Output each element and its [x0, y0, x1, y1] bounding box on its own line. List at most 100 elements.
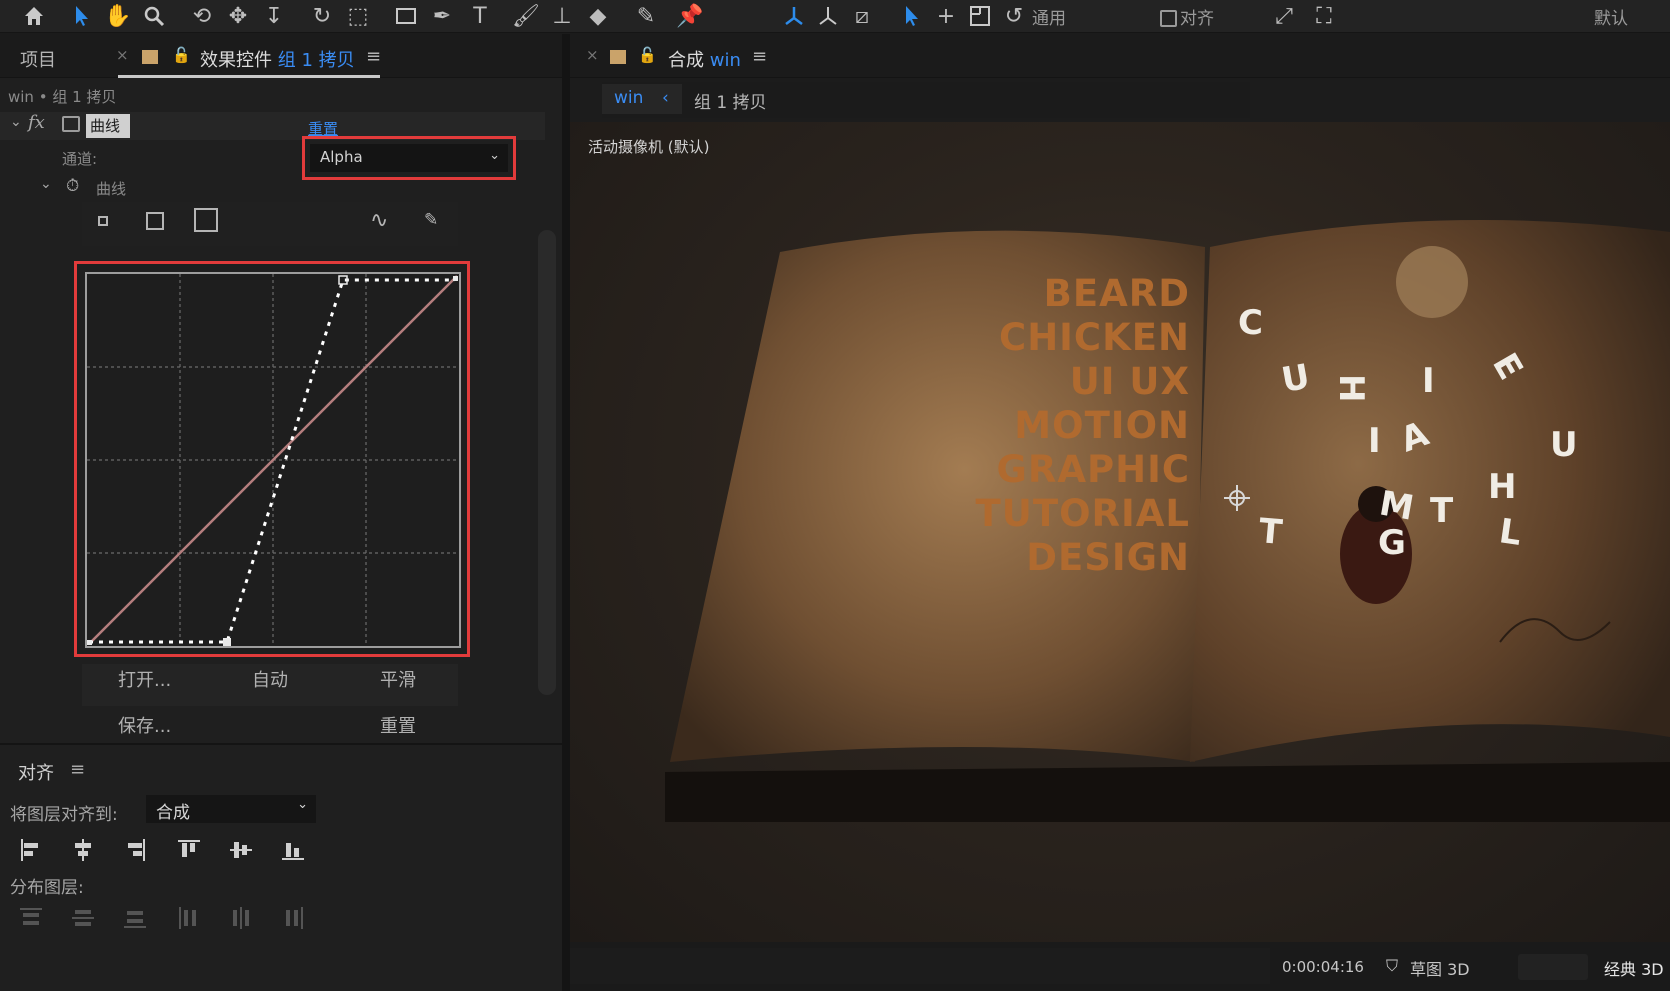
panel-divider[interactable]: [562, 34, 570, 991]
bezier-tool-icon[interactable]: ∿: [370, 208, 388, 233]
align-top-icon[interactable]: [176, 837, 202, 863]
snap-box-icon[interactable]: [964, 2, 996, 30]
align-checkbox-label: 对齐: [1180, 9, 1214, 29]
breadcrumb-layer[interactable]: 组 1 拷贝: [694, 88, 767, 113]
close-tab-icon[interactable]: ×: [116, 46, 129, 64]
pan-behind-icon[interactable]: ⬚: [342, 2, 374, 30]
breadcrumb-chevron-icon: ‹: [662, 88, 669, 108]
collapse-effect-icon[interactable]: ⌄: [10, 114, 22, 130]
smooth-button[interactable]: 平滑: [380, 666, 416, 692]
breadcrumb: win • 组 1 拷贝: [8, 88, 117, 106]
tab-effect-controls[interactable]: 效果控件 组 1 拷贝: [200, 46, 355, 72]
curve-point-low[interactable]: [223, 638, 231, 646]
large-graph-icon[interactable]: [194, 208, 218, 232]
svg-text:I: I: [1422, 361, 1435, 401]
composition-panel: × 🔓 合成 win ≡ win ‹ 组 1 拷贝 活动摄像机 (默认) C U…: [570, 34, 1670, 991]
comp-panel-menu-icon[interactable]: ≡: [752, 46, 767, 67]
align-to-dropdown[interactable]: 合成 ⌄: [146, 795, 316, 823]
orbit-camera-icon[interactable]: ⟲: [186, 2, 218, 30]
open-button[interactable]: 打开...: [118, 666, 171, 692]
align-checkbox-box[interactable]: [1160, 10, 1177, 27]
hand-tool-icon[interactable]: ✋: [102, 2, 134, 30]
draft-3d-icon[interactable]: ⛉: [1386, 956, 1398, 976]
snap-mode-label[interactable]: 通用: [1032, 4, 1066, 29]
panel-menu-icon[interactable]: ≡: [366, 46, 381, 67]
tab-project[interactable]: 项目: [20, 46, 56, 72]
curve-endpoint-black[interactable]: [87, 640, 92, 645]
svg-text:T: T: [1430, 491, 1454, 531]
align-to-value: 合成: [156, 803, 190, 823]
snap-plus-icon[interactable]: +: [930, 2, 962, 30]
pan-camera-icon[interactable]: ✥: [222, 2, 254, 30]
effect-preset-icon[interactable]: [62, 116, 80, 132]
zoom-tool-icon[interactable]: [138, 2, 170, 30]
distribute-left-icon: [176, 905, 202, 931]
effects-tab-prefix: 效果控件: [200, 50, 272, 71]
curve-graph[interactable]: [85, 272, 461, 648]
align-hcenter-icon[interactable]: [70, 837, 96, 863]
tab-composition[interactable]: 合成 win: [668, 46, 741, 72]
save-button[interactable]: 保存...: [118, 712, 171, 738]
align-menu-icon[interactable]: ≡: [70, 759, 85, 780]
auto-button[interactable]: 自动: [252, 666, 288, 692]
brush-tool-icon[interactable]: 🖌: [510, 2, 542, 30]
effects-tab-layer: 组 1 拷贝: [277, 50, 355, 71]
puppet-pin-icon[interactable]: 📌: [674, 2, 706, 30]
book-line-6: TUTORIAL: [975, 492, 1190, 535]
book-line-2: CHICKEN: [999, 316, 1190, 359]
stopwatch-icon[interactable]: ⏱: [66, 176, 79, 196]
collapse-curves-icon[interactable]: ⌄: [40, 176, 52, 192]
channel-dropdown[interactable]: Alpha ⌄: [310, 144, 508, 172]
align-vcenter-icon[interactable]: [228, 837, 254, 863]
channel-label: 通道:: [62, 150, 98, 168]
draft-3d-label[interactable]: 草图 3D: [1410, 956, 1470, 980]
align-bottom-icon[interactable]: [280, 837, 306, 863]
pen-tool-icon[interactable]: ✒: [426, 2, 458, 30]
align-right-icon[interactable]: [122, 837, 148, 863]
effect-name[interactable]: 曲线: [86, 114, 130, 138]
comp-tab-name: win: [709, 50, 741, 71]
world-axis-icon[interactable]: [812, 2, 844, 30]
rotate-tool-icon[interactable]: ↻: [306, 2, 338, 30]
close-comp-tab-icon[interactable]: ×: [586, 46, 599, 64]
view-axis-icon[interactable]: ⧄: [846, 2, 878, 30]
selection-tool-icon[interactable]: [66, 2, 98, 30]
snap-rotate-icon[interactable]: ↺: [998, 2, 1030, 30]
book-line-5: GRAPHIC: [996, 448, 1190, 491]
tools-toolbar: ✋ ⟲ ✥ ↧ ↻ ⬚ ✒ T 🖌 ⊥ ◆ ✎ 📌 ⧄ + ↺ 通用 对齐 ⤢ …: [0, 0, 1670, 33]
dolly-camera-icon[interactable]: ↧: [258, 2, 290, 30]
renderer-label[interactable]: 经典 3D: [1604, 956, 1664, 980]
composition-viewer[interactable]: 活动摄像机 (默认) C U H I E I A U H M T L G T B…: [570, 122, 1670, 942]
medium-graph-icon[interactable]: [146, 212, 164, 230]
curve-endpoint-white[interactable]: [453, 276, 458, 281]
snap-arrow-icon[interactable]: [896, 2, 928, 30]
roto-brush-icon[interactable]: ✎: [630, 2, 662, 30]
comp-lock-icon[interactable]: 🔓: [638, 46, 657, 64]
comp-tab-prefix: 合成: [668, 50, 704, 71]
small-graph-icon[interactable]: [98, 216, 108, 226]
eraser-tool-icon[interactable]: ◆: [582, 2, 614, 30]
effect-panel-scrollbar[interactable]: [538, 230, 556, 695]
timecode[interactable]: 0:00:04:16: [1282, 958, 1364, 976]
breadcrumb-comp-win[interactable]: win: [614, 88, 643, 108]
pencil-tool-icon[interactable]: ✎: [424, 210, 438, 230]
align-checkbox[interactable]: 对齐: [1160, 4, 1214, 29]
local-axis-icon[interactable]: [778, 2, 810, 30]
svg-text:U: U: [1550, 425, 1578, 465]
curve-graph-highlight: [74, 261, 470, 657]
3d-view-toggles[interactable]: [1518, 954, 1588, 980]
fit-icon[interactable]: ⛶: [1308, 2, 1340, 30]
reset-button[interactable]: 重置: [380, 712, 416, 738]
expand-icon[interactable]: ⤢: [1268, 2, 1300, 30]
clone-stamp-icon[interactable]: ⊥: [546, 2, 578, 30]
align-left-icon[interactable]: [18, 837, 44, 863]
lock-icon[interactable]: 🔓: [172, 46, 191, 64]
rectangle-tool-icon[interactable]: [390, 2, 422, 30]
fx-toggle-icon[interactable]: fx: [28, 112, 45, 133]
channel-dropdown-highlight: Alpha ⌄: [302, 136, 516, 180]
curve-graph-canvas[interactable]: [87, 274, 459, 646]
type-tool-icon[interactable]: T: [464, 2, 496, 30]
home-icon[interactable]: [18, 2, 50, 30]
workspace-label[interactable]: 默认: [1594, 4, 1628, 29]
book-line-3: UI UX: [1069, 360, 1190, 403]
